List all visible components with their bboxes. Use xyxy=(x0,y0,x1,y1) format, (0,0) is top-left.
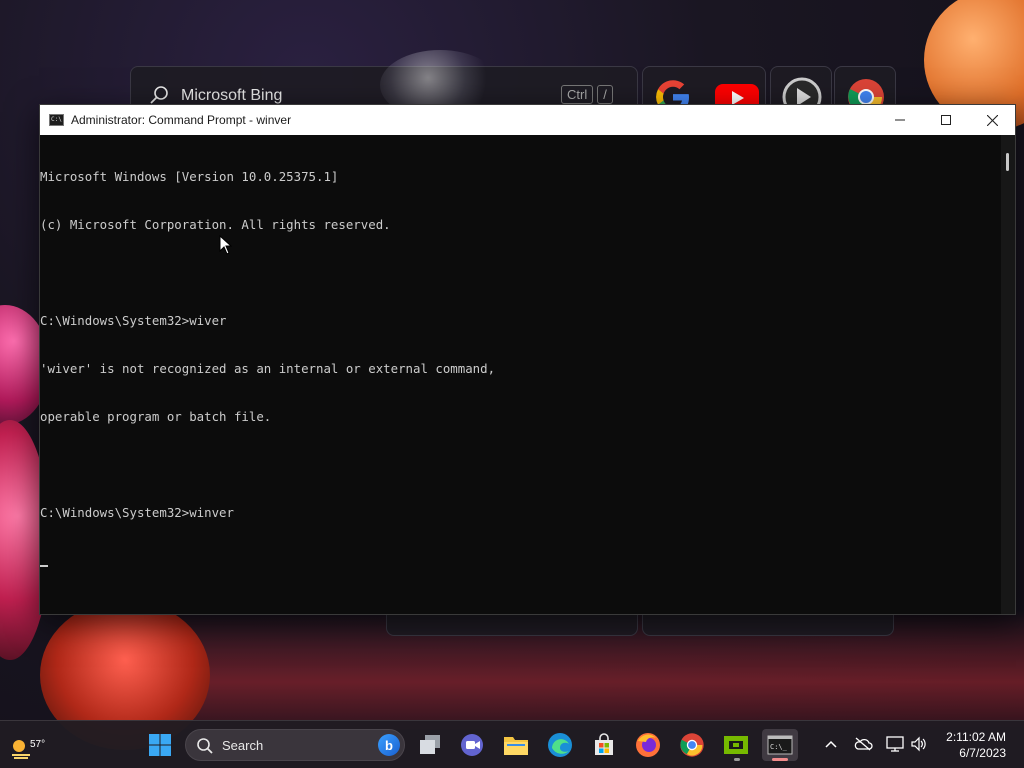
taskbar-app-store[interactable] xyxy=(588,729,620,761)
onedrive-offline-icon xyxy=(854,737,873,751)
taskbar-clock[interactable]: 2:11:02 AM 6/7/2023 xyxy=(946,729,1006,761)
shortcut-keys: Ctrl / xyxy=(561,85,613,104)
show-hidden-icons-button[interactable] xyxy=(820,733,842,755)
text-cursor xyxy=(40,565,48,567)
maximize-icon xyxy=(941,115,951,125)
svg-text:C:\_: C:\_ xyxy=(770,743,788,751)
maximize-button[interactable] xyxy=(923,105,969,135)
scrollbar-thumb[interactable] xyxy=(1006,153,1009,171)
windows-start-icon xyxy=(149,734,171,756)
taskbar: 57° Search b C:\_ 2:11:02 AM 6/7/2023 xyxy=(0,720,1024,768)
console-line: C:\Windows\System32>winver xyxy=(40,505,234,520)
cmd-app-icon: C:\ xyxy=(49,114,64,126)
bing-chat-icon[interactable]: b xyxy=(378,734,400,756)
weather-widget[interactable]: 57° xyxy=(8,731,46,761)
search-placeholder: Search xyxy=(222,738,264,753)
firefox-icon xyxy=(636,733,660,757)
search-icon xyxy=(150,86,168,104)
weather-temperature: 57° xyxy=(30,739,46,750)
chrome-icon xyxy=(680,733,704,757)
volume-tray-button[interactable] xyxy=(908,733,930,755)
console-output[interactable]: Microsoft Windows [Version 10.0.25375.1]… xyxy=(40,135,1001,614)
network-icon xyxy=(886,736,904,752)
taskbar-app-nvidia[interactable] xyxy=(720,729,752,761)
active-indicator xyxy=(772,758,788,761)
console-line: (c) Microsoft Corporation. All rights re… xyxy=(40,217,391,232)
nvidia-icon xyxy=(724,736,748,754)
taskbar-app-terminal[interactable]: C:\_ xyxy=(762,729,798,761)
network-tray-button[interactable] xyxy=(884,733,906,755)
close-icon xyxy=(986,114,998,126)
minimize-button[interactable] xyxy=(877,105,923,135)
taskbar-app-firefox[interactable] xyxy=(632,729,664,761)
title-bar[interactable]: C:\ Administrator: Command Prompt - winv… xyxy=(40,105,1015,135)
terminal-icon: C:\_ xyxy=(767,735,793,755)
chevron-up-icon xyxy=(825,740,837,748)
console-line: C:\Windows\System32>wiver xyxy=(40,313,227,328)
taskbar-app-task-view[interactable] xyxy=(414,729,446,761)
bing-search-text: Microsoft Bing xyxy=(181,87,283,104)
minimize-icon xyxy=(895,119,905,121)
start-button[interactable] xyxy=(144,729,176,761)
microsoft-store-icon xyxy=(595,733,613,755)
file-explorer-icon xyxy=(504,737,528,755)
mouse-pointer-icon xyxy=(219,235,233,255)
edge-icon xyxy=(548,733,572,757)
taskbar-app-file-explorer[interactable] xyxy=(500,729,532,761)
task-view-icon xyxy=(420,735,440,754)
clock-time: 2:11:02 AM xyxy=(946,730,1006,744)
taskbar-app-edge[interactable] xyxy=(544,729,576,761)
vertical-scrollbar[interactable] xyxy=(1001,135,1015,614)
console-line: Microsoft Windows [Version 10.0.25375.1] xyxy=(40,169,339,184)
clock-date: 6/7/2023 xyxy=(959,746,1006,760)
shortcut-key: Ctrl xyxy=(561,85,594,104)
close-button[interactable] xyxy=(969,105,1015,135)
running-indicator xyxy=(734,758,740,761)
console-line: operable program or batch file. xyxy=(40,409,272,424)
teams-chat-icon xyxy=(461,734,483,756)
volume-icon xyxy=(911,736,926,752)
console-line: 'wiver' is not recognized as an internal… xyxy=(40,361,496,376)
shortcut-key: / xyxy=(597,85,613,104)
window-title: Administrator: Command Prompt - winver xyxy=(71,113,292,127)
taskbar-app-teams[interactable] xyxy=(456,729,488,761)
search-icon xyxy=(197,738,213,754)
window-controls xyxy=(877,105,1015,135)
onedrive-tray-button[interactable] xyxy=(852,733,874,755)
taskbar-search-box[interactable]: Search b xyxy=(185,729,405,761)
command-prompt-window[interactable]: C:\ Administrator: Command Prompt - winv… xyxy=(39,104,1016,615)
taskbar-app-chrome[interactable] xyxy=(676,729,708,761)
